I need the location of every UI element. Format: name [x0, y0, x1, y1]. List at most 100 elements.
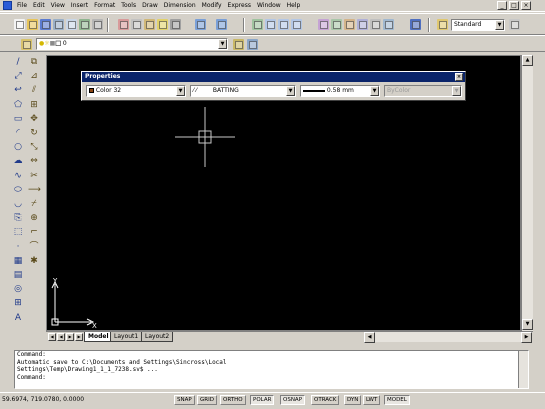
offset-icon[interactable]: ⫽: [28, 84, 40, 96]
lwt-toggle[interactable]: LWT: [363, 395, 381, 405]
match-properties-icon[interactable]: [157, 19, 168, 30]
mirror-icon[interactable]: ⊿: [28, 70, 40, 82]
undo-icon[interactable]: [195, 19, 206, 30]
first-tab-icon[interactable]: ◀: [48, 333, 56, 341]
pan-icon[interactable]: [252, 19, 263, 30]
join-icon[interactable]: ⊕: [28, 212, 40, 224]
grid-toggle[interactable]: GRID: [197, 395, 217, 405]
last-tab-icon[interactable]: ▶: [75, 333, 83, 341]
plot-icon[interactable]: [92, 19, 103, 30]
circle-icon[interactable]: ○: [12, 141, 24, 153]
copy-icon[interactable]: [131, 19, 142, 30]
menu-window[interactable]: Window: [254, 0, 284, 12]
table-icon[interactable]: ⊞: [12, 297, 24, 309]
otrack-toggle[interactable]: OTRACK: [311, 395, 340, 405]
minimize-button[interactable]: _: [497, 1, 507, 10]
tool-palettes-icon[interactable]: [344, 19, 355, 30]
revision-cloud-icon[interactable]: ☁: [12, 155, 24, 167]
text-style-select[interactable]: Standard ▼: [451, 19, 505, 31]
vertical-scrollbar[interactable]: ▲ ▼: [521, 55, 533, 331]
zoom-realtime-icon[interactable]: [265, 19, 276, 30]
tab-layout1[interactable]: Layout1: [110, 332, 143, 342]
osnap-toggle[interactable]: OSNAP: [280, 395, 306, 405]
break-icon[interactable]: ⌿: [28, 198, 40, 210]
scale-icon[interactable]: ⤡: [28, 141, 40, 153]
next-tab-icon[interactable]: ▶: [66, 333, 74, 341]
properties-icon[interactable]: [318, 19, 329, 30]
color-control[interactable]: Color 32 ▼: [86, 85, 186, 97]
region-icon[interactable]: ◎: [12, 283, 24, 295]
text-style-icon[interactable]: [437, 19, 448, 30]
arc-icon[interactable]: ◜: [12, 127, 24, 139]
close-button[interactable]: ×: [521, 1, 531, 10]
ellipse-icon[interactable]: ⬭: [12, 184, 24, 196]
properties-titlebar[interactable]: Properties ×: [82, 72, 465, 82]
stretch-icon[interactable]: ⇔: [28, 155, 40, 167]
redo-icon[interactable]: [216, 19, 227, 30]
ellipse-arc-icon[interactable]: ◡: [12, 198, 24, 210]
explode-icon[interactable]: ✱: [28, 255, 40, 267]
command-scrollbar[interactable]: [518, 351, 528, 388]
paste-icon[interactable]: [144, 19, 155, 30]
print-preview-icon[interactable]: [66, 19, 77, 30]
menu-express[interactable]: Express: [225, 0, 254, 12]
menu-tools[interactable]: Tools: [118, 0, 139, 12]
menu-draw[interactable]: Draw: [139, 0, 161, 12]
hatch-icon[interactable]: ▦: [12, 255, 24, 267]
command-window[interactable]: Command: Automatic save to C:\Documents …: [14, 350, 529, 389]
copy-object-icon[interactable]: ⧉: [28, 56, 40, 68]
menu-edit[interactable]: Edit: [30, 0, 48, 12]
design-center-icon[interactable]: [331, 19, 342, 30]
trim-icon[interactable]: ✂: [28, 170, 40, 182]
zoom-previous-icon[interactable]: [291, 19, 302, 30]
zoom-window-icon[interactable]: [278, 19, 289, 30]
scroll-down-icon[interactable]: ▼: [522, 319, 533, 330]
calculator-icon[interactable]: [383, 19, 394, 30]
scroll-up-icon[interactable]: ▲: [522, 55, 533, 66]
save-icon[interactable]: [40, 19, 51, 30]
move-icon[interactable]: ✥: [28, 113, 40, 125]
menu-view[interactable]: View: [48, 0, 68, 12]
dim-style-icon[interactable]: [509, 19, 520, 30]
chamfer-icon[interactable]: ⌐: [28, 226, 40, 238]
scroll-left-icon[interactable]: ◀: [364, 332, 375, 343]
snap-toggle[interactable]: SNAP: [174, 395, 195, 405]
layer-manager-icon[interactable]: [21, 39, 32, 50]
layer-previous-icon[interactable]: [247, 39, 258, 50]
polyline-icon[interactable]: ↩: [12, 84, 24, 96]
prev-tab-icon[interactable]: ◀: [57, 333, 65, 341]
make-current-layer-icon[interactable]: [233, 39, 244, 50]
line-icon[interactable]: /: [12, 56, 24, 68]
insert-block-icon[interactable]: ⎘: [12, 212, 24, 224]
construction-line-icon[interactable]: ⤢: [12, 70, 24, 82]
spline-icon[interactable]: ∿: [12, 170, 24, 182]
array-icon[interactable]: ⊞: [28, 99, 40, 111]
new-icon[interactable]: [14, 19, 25, 30]
layer-select[interactable]: ●☼■■ 0 ▼: [36, 38, 228, 50]
menu-file[interactable]: File: [14, 0, 30, 12]
publish-icon[interactable]: [79, 19, 90, 30]
app-icon[interactable]: [3, 1, 12, 10]
help-icon[interactable]: [410, 19, 421, 30]
point-icon[interactable]: ·: [12, 241, 24, 253]
model-space-toggle[interactable]: MODEL: [384, 395, 410, 405]
lineweight-control[interactable]: 0.58 mm ▼: [300, 85, 380, 97]
scroll-right-icon[interactable]: ▶: [521, 332, 532, 343]
restore-button[interactable]: □: [509, 1, 519, 10]
markup-icon[interactable]: [370, 19, 381, 30]
tab-model[interactable]: Model: [84, 332, 113, 342]
menu-insert[interactable]: Insert: [68, 0, 91, 12]
mtext-icon[interactable]: A: [12, 312, 24, 324]
dyn-toggle[interactable]: DYN: [344, 395, 362, 405]
gradient-icon[interactable]: ▤: [12, 269, 24, 281]
command-prompt[interactable]: Command:: [17, 374, 528, 382]
open-icon[interactable]: [27, 19, 38, 30]
polygon-icon[interactable]: ⬠: [12, 99, 24, 111]
ortho-toggle[interactable]: ORTHO: [220, 395, 246, 405]
close-icon[interactable]: ×: [455, 73, 463, 81]
cut-icon[interactable]: [118, 19, 129, 30]
polar-toggle[interactable]: POLAR: [250, 395, 275, 405]
sheet-set-icon[interactable]: [357, 19, 368, 30]
horizontal-scrollbar[interactable]: ◀ ▶: [364, 332, 532, 343]
extend-icon[interactable]: ⟶: [28, 184, 41, 196]
